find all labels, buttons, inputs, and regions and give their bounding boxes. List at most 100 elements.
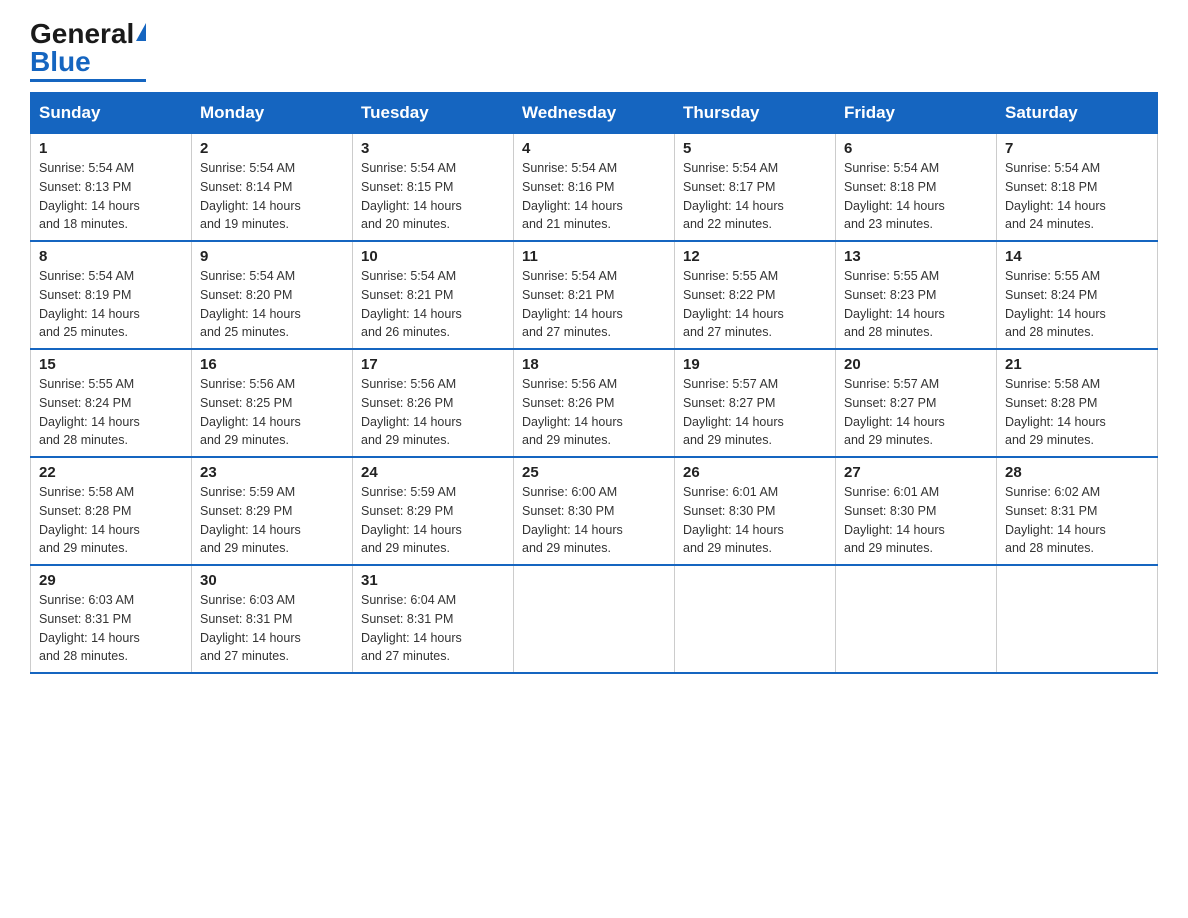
day-number: 22	[39, 464, 183, 481]
day-number: 17	[361, 356, 505, 373]
col-tuesday: Tuesday	[353, 93, 514, 134]
calendar-cell: 15 Sunrise: 5:55 AMSunset: 8:24 PMDaylig…	[31, 349, 192, 457]
page-header: General Blue	[30, 20, 1158, 82]
calendar-week-row: 29 Sunrise: 6:03 AMSunset: 8:31 PMDaylig…	[31, 565, 1158, 673]
calendar-header: Sunday Monday Tuesday Wednesday Thursday…	[31, 93, 1158, 134]
calendar-cell: 19 Sunrise: 5:57 AMSunset: 8:27 PMDaylig…	[675, 349, 836, 457]
calendar-cell: 31 Sunrise: 6:04 AMSunset: 8:31 PMDaylig…	[353, 565, 514, 673]
day-info: Sunrise: 5:56 AMSunset: 8:26 PMDaylight:…	[361, 377, 462, 447]
day-info: Sunrise: 5:54 AMSunset: 8:17 PMDaylight:…	[683, 161, 784, 231]
col-wednesday: Wednesday	[514, 93, 675, 134]
day-number: 1	[39, 140, 183, 157]
day-number: 16	[200, 356, 344, 373]
day-number: 27	[844, 464, 988, 481]
day-number: 4	[522, 140, 666, 157]
day-info: Sunrise: 5:55 AMSunset: 8:23 PMDaylight:…	[844, 269, 945, 339]
calendar-cell: 21 Sunrise: 5:58 AMSunset: 8:28 PMDaylig…	[997, 349, 1158, 457]
day-number: 18	[522, 356, 666, 373]
day-number: 20	[844, 356, 988, 373]
calendar-cell: 9 Sunrise: 5:54 AMSunset: 8:20 PMDayligh…	[192, 241, 353, 349]
calendar-cell: 30 Sunrise: 6:03 AMSunset: 8:31 PMDaylig…	[192, 565, 353, 673]
calendar-cell: 11 Sunrise: 5:54 AMSunset: 8:21 PMDaylig…	[514, 241, 675, 349]
day-number: 31	[361, 572, 505, 589]
calendar-cell: 6 Sunrise: 5:54 AMSunset: 8:18 PMDayligh…	[836, 134, 997, 242]
day-number: 15	[39, 356, 183, 373]
day-number: 5	[683, 140, 827, 157]
day-info: Sunrise: 5:58 AMSunset: 8:28 PMDaylight:…	[1005, 377, 1106, 447]
day-number: 24	[361, 464, 505, 481]
day-info: Sunrise: 5:55 AMSunset: 8:24 PMDaylight:…	[1005, 269, 1106, 339]
calendar-week-row: 15 Sunrise: 5:55 AMSunset: 8:24 PMDaylig…	[31, 349, 1158, 457]
day-info: Sunrise: 6:03 AMSunset: 8:31 PMDaylight:…	[39, 593, 140, 663]
day-info: Sunrise: 5:56 AMSunset: 8:26 PMDaylight:…	[522, 377, 623, 447]
col-sunday: Sunday	[31, 93, 192, 134]
calendar-cell: 23 Sunrise: 5:59 AMSunset: 8:29 PMDaylig…	[192, 457, 353, 565]
calendar-cell: 3 Sunrise: 5:54 AMSunset: 8:15 PMDayligh…	[353, 134, 514, 242]
day-info: Sunrise: 5:59 AMSunset: 8:29 PMDaylight:…	[361, 485, 462, 555]
day-number: 11	[522, 248, 666, 265]
calendar-cell	[514, 565, 675, 673]
header-row: Sunday Monday Tuesday Wednesday Thursday…	[31, 93, 1158, 134]
day-info: Sunrise: 5:58 AMSunset: 8:28 PMDaylight:…	[39, 485, 140, 555]
day-info: Sunrise: 5:55 AMSunset: 8:22 PMDaylight:…	[683, 269, 784, 339]
day-number: 6	[844, 140, 988, 157]
calendar-cell: 24 Sunrise: 5:59 AMSunset: 8:29 PMDaylig…	[353, 457, 514, 565]
day-number: 7	[1005, 140, 1149, 157]
day-number: 12	[683, 248, 827, 265]
day-info: Sunrise: 6:04 AMSunset: 8:31 PMDaylight:…	[361, 593, 462, 663]
day-info: Sunrise: 5:54 AMSunset: 8:14 PMDaylight:…	[200, 161, 301, 231]
calendar-cell: 22 Sunrise: 5:58 AMSunset: 8:28 PMDaylig…	[31, 457, 192, 565]
logo: General Blue	[30, 20, 146, 82]
day-number: 21	[1005, 356, 1149, 373]
day-info: Sunrise: 6:00 AMSunset: 8:30 PMDaylight:…	[522, 485, 623, 555]
day-info: Sunrise: 6:03 AMSunset: 8:31 PMDaylight:…	[200, 593, 301, 663]
logo-triangle-icon	[136, 23, 146, 41]
calendar-cell	[997, 565, 1158, 673]
day-info: Sunrise: 5:54 AMSunset: 8:18 PMDaylight:…	[1005, 161, 1106, 231]
calendar-cell: 8 Sunrise: 5:54 AMSunset: 8:19 PMDayligh…	[31, 241, 192, 349]
day-number: 30	[200, 572, 344, 589]
day-number: 19	[683, 356, 827, 373]
calendar-table: Sunday Monday Tuesday Wednesday Thursday…	[30, 92, 1158, 674]
calendar-cell: 18 Sunrise: 5:56 AMSunset: 8:26 PMDaylig…	[514, 349, 675, 457]
logo-text: General Blue	[30, 20, 146, 76]
calendar-cell: 28 Sunrise: 6:02 AMSunset: 8:31 PMDaylig…	[997, 457, 1158, 565]
calendar-cell: 25 Sunrise: 6:00 AMSunset: 8:30 PMDaylig…	[514, 457, 675, 565]
calendar-cell: 12 Sunrise: 5:55 AMSunset: 8:22 PMDaylig…	[675, 241, 836, 349]
day-info: Sunrise: 5:54 AMSunset: 8:21 PMDaylight:…	[361, 269, 462, 339]
calendar-cell: 20 Sunrise: 5:57 AMSunset: 8:27 PMDaylig…	[836, 349, 997, 457]
day-number: 8	[39, 248, 183, 265]
calendar-cell: 5 Sunrise: 5:54 AMSunset: 8:17 PMDayligh…	[675, 134, 836, 242]
day-info: Sunrise: 5:54 AMSunset: 8:20 PMDaylight:…	[200, 269, 301, 339]
day-number: 9	[200, 248, 344, 265]
day-number: 25	[522, 464, 666, 481]
calendar-cell: 26 Sunrise: 6:01 AMSunset: 8:30 PMDaylig…	[675, 457, 836, 565]
day-number: 3	[361, 140, 505, 157]
calendar-cell: 14 Sunrise: 5:55 AMSunset: 8:24 PMDaylig…	[997, 241, 1158, 349]
day-info: Sunrise: 5:55 AMSunset: 8:24 PMDaylight:…	[39, 377, 140, 447]
calendar-cell: 27 Sunrise: 6:01 AMSunset: 8:30 PMDaylig…	[836, 457, 997, 565]
calendar-cell: 29 Sunrise: 6:03 AMSunset: 8:31 PMDaylig…	[31, 565, 192, 673]
calendar-cell: 17 Sunrise: 5:56 AMSunset: 8:26 PMDaylig…	[353, 349, 514, 457]
calendar-cell: 1 Sunrise: 5:54 AMSunset: 8:13 PMDayligh…	[31, 134, 192, 242]
day-number: 10	[361, 248, 505, 265]
day-info: Sunrise: 5:54 AMSunset: 8:13 PMDaylight:…	[39, 161, 140, 231]
calendar-cell	[675, 565, 836, 673]
day-info: Sunrise: 5:56 AMSunset: 8:25 PMDaylight:…	[200, 377, 301, 447]
day-number: 26	[683, 464, 827, 481]
day-info: Sunrise: 5:54 AMSunset: 8:15 PMDaylight:…	[361, 161, 462, 231]
day-info: Sunrise: 5:54 AMSunset: 8:21 PMDaylight:…	[522, 269, 623, 339]
calendar-week-row: 1 Sunrise: 5:54 AMSunset: 8:13 PMDayligh…	[31, 134, 1158, 242]
day-number: 29	[39, 572, 183, 589]
day-number: 14	[1005, 248, 1149, 265]
calendar-cell: 13 Sunrise: 5:55 AMSunset: 8:23 PMDaylig…	[836, 241, 997, 349]
calendar-cell	[836, 565, 997, 673]
calendar-week-row: 8 Sunrise: 5:54 AMSunset: 8:19 PMDayligh…	[31, 241, 1158, 349]
col-saturday: Saturday	[997, 93, 1158, 134]
logo-underline	[30, 79, 146, 82]
col-monday: Monday	[192, 93, 353, 134]
day-number: 28	[1005, 464, 1149, 481]
day-info: Sunrise: 5:57 AMSunset: 8:27 PMDaylight:…	[844, 377, 945, 447]
logo-blue: Blue	[30, 46, 91, 77]
logo-general: General	[30, 18, 134, 49]
